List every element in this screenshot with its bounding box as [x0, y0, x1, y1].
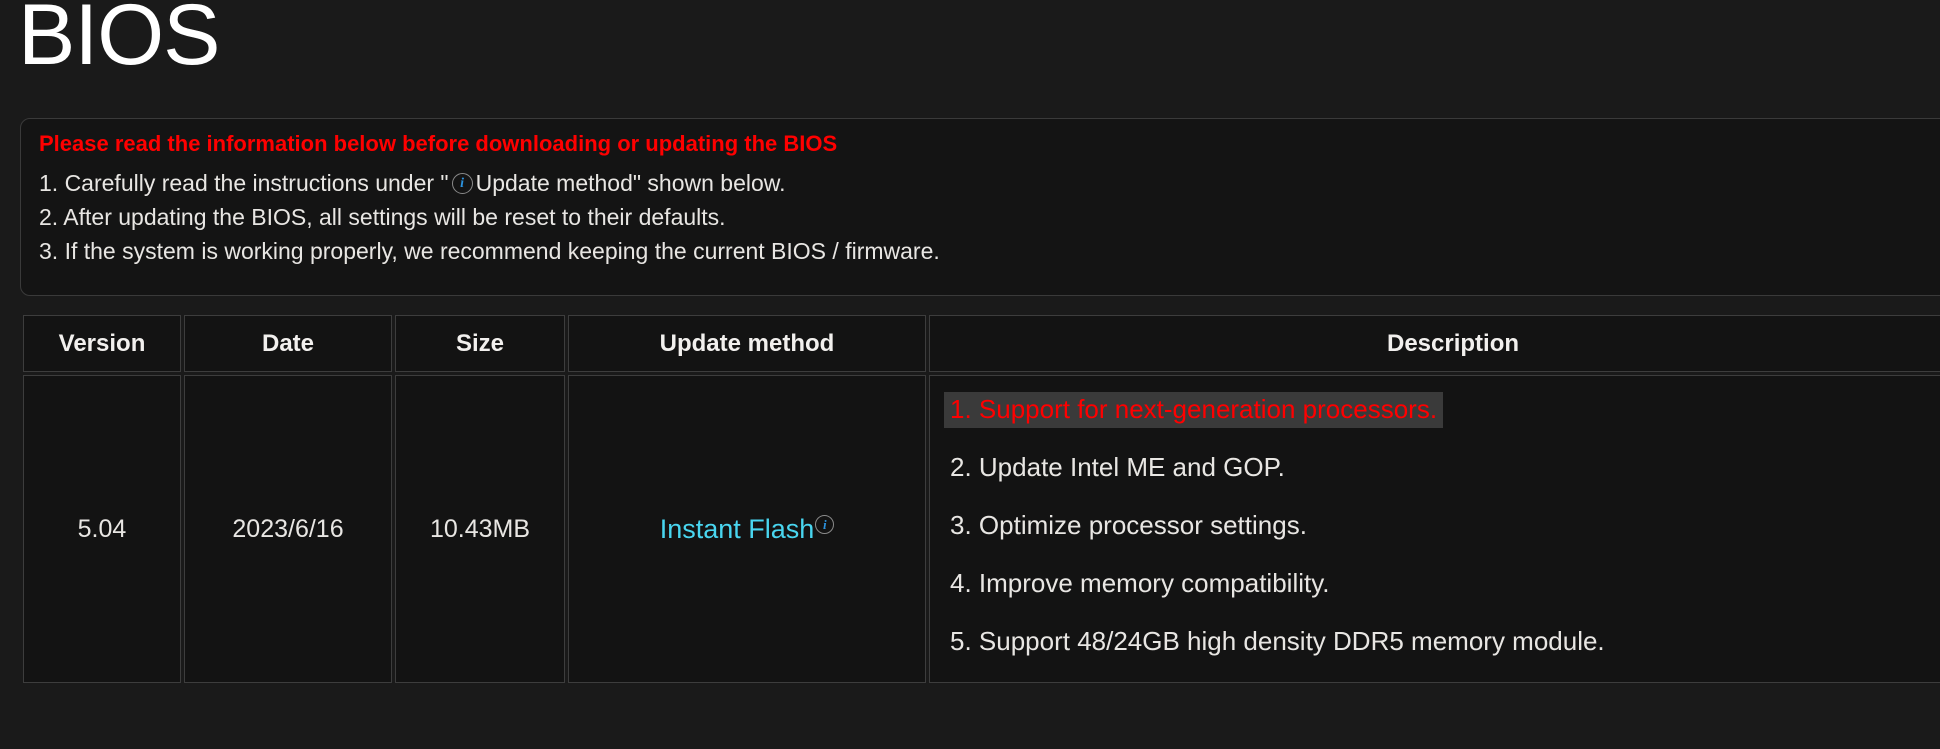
description-item-5: 5. Support 48/24GB high density DDR5 mem… [950, 626, 1605, 656]
table-row: 5.04 2023/6/16 10.43MB Instant Flash i 1.… [23, 375, 1940, 683]
notice-heading: Please read the information below before… [39, 131, 838, 156]
notice-line-2: 2. After updating the BIOS, all settings… [39, 195, 1940, 229]
info-circle-icon: i [815, 515, 835, 535]
column-header-update-method: Update method [568, 315, 926, 372]
description-item-2: 2. Update Intel ME and GOP. [950, 452, 1285, 482]
column-header-version: Version [23, 315, 181, 372]
column-header-size: Size [395, 315, 565, 372]
cell-description: 1. Support for next-generation processor… [929, 375, 1940, 683]
notice-line-2-text: 2. After updating the BIOS, all settings… [39, 204, 726, 230]
column-header-description: Description [929, 315, 1940, 372]
notice-line-1-text-after: Update method" shown below. [475, 170, 786, 196]
description-list: 1. Support for next-generation processor… [944, 392, 1940, 660]
description-item-3: 3. Optimize processor settings. [950, 510, 1307, 540]
list-item: 2. Update Intel ME and GOP. [944, 450, 1940, 486]
notice-line-3: 3. If the system is working properly, we… [39, 229, 1940, 263]
notice-line-1: 1. Carefully read the instructions under… [39, 161, 1940, 195]
info-circle-icon: i [451, 173, 473, 194]
bios-download-table: Version Date Size Update method Descript… [20, 312, 1940, 686]
list-item: 5. Support 48/24GB high density DDR5 mem… [944, 624, 1940, 660]
notice-line-1-text-before: 1. Carefully read the instructions under… [39, 170, 449, 196]
list-item: 1. Support for next-generation processor… [944, 392, 1940, 428]
page-title: BIOS [18, 0, 221, 83]
description-item-1: 1. Support for next-generation processor… [944, 392, 1444, 428]
bios-notice-box: Please read the information below before… [20, 118, 1940, 296]
description-item-4: 4. Improve memory compatibility. [950, 568, 1330, 598]
bios-page: BIOS Please read the information below b… [0, 0, 1940, 749]
cell-size: 10.43MB [395, 375, 565, 683]
cell-date: 2023/6/16 [184, 375, 392, 683]
cell-update-method: Instant Flash i [568, 375, 926, 683]
cell-version: 5.04 [23, 375, 181, 683]
notice-line-3-text: 3. If the system is working properly, we… [39, 238, 940, 264]
column-header-date: Date [184, 315, 392, 372]
list-item: 4. Improve memory compatibility. [944, 566, 1940, 602]
list-item: 3. Optimize processor settings. [944, 508, 1940, 544]
instant-flash-link[interactable]: Instant Flash [660, 514, 815, 544]
table-header-row: Version Date Size Update method Descript… [23, 315, 1940, 372]
